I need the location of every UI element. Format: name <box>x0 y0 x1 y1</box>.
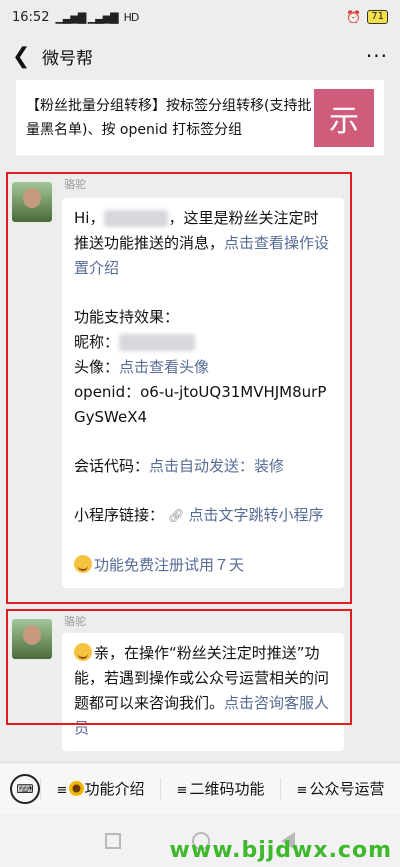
menu-icon: ≡ <box>296 783 308 798</box>
article-card[interactable]: 【粉丝批量分组转移】按标签分组转移(支持批量黑名单)、按 openid 打标签分… <box>16 80 384 155</box>
bottom-menu-bar: ⌨ ≡ 功能介绍 ≡ 二维码功能 ≡ 公众号运营 <box>0 762 400 814</box>
recents-icon[interactable] <box>105 833 122 849</box>
status-time: 16:52 <box>12 9 50 25</box>
article-title: 【粉丝批量分组转移】按标签分组转移(支持批量黑名单)、按 openid 打标签分… <box>26 97 312 138</box>
menu-item-qrcode[interactable]: ≡ 二维码功能 <box>160 778 280 799</box>
page-title: 微号帮 <box>42 48 93 69</box>
status-bar: 16:52 ▁▃▅▇ ▁▃▅▇ HD ⏰ 71 <box>0 0 400 34</box>
nav-bar: ❮ 微号帮 ··· <box>0 34 400 78</box>
network-label: HD <box>123 10 140 24</box>
menu-item-operations[interactable]: ≡ 公众号运营 <box>280 778 400 799</box>
keyboard-icon[interactable]: ⌨ <box>10 773 40 804</box>
highlight-box <box>6 609 352 725</box>
watermark: www.bjjdwx.com <box>169 838 392 863</box>
more-options-icon[interactable]: ··· <box>366 44 388 68</box>
menu-icon: ≡ <box>56 783 68 798</box>
menu-icon: ≡ <box>176 783 188 798</box>
back-icon[interactable]: ❮ <box>12 44 38 69</box>
menu-item-features[interactable]: ≡ 功能介绍 <box>40 778 160 799</box>
highlight-box <box>6 172 352 604</box>
signal-icon: ▁▃▅▇ ▁▃▅▇ <box>55 10 118 24</box>
article-thumbnail: 示 <box>314 88 374 147</box>
sunflower-icon <box>69 781 85 796</box>
battery-indicator: 71 <box>367 10 388 24</box>
menu: ≡ 功能介绍 ≡ 二维码功能 ≡ 公众号运营 <box>40 778 400 799</box>
alarm-icon: ⏰ <box>346 10 362 24</box>
